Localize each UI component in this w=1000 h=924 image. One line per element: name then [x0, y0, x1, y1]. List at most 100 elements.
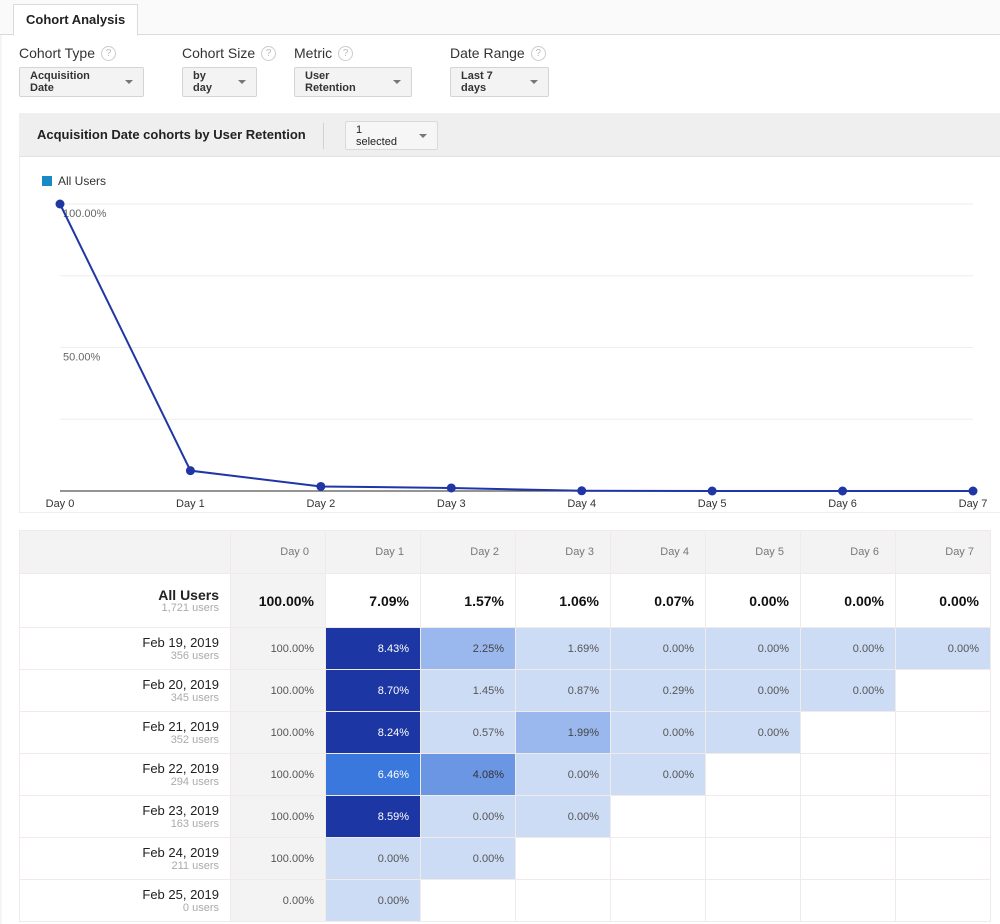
retention-cell: 4.08%	[420, 753, 516, 796]
cohort-type-dropdown[interactable]: Acquisition Date	[19, 67, 144, 97]
cohort-user-count: 294 users	[170, 775, 219, 788]
help-icon[interactable]: ?	[338, 45, 354, 61]
data-point[interactable]	[185, 466, 195, 476]
empty-cell	[515, 837, 611, 880]
retention-cell: 1.99%	[515, 711, 611, 754]
cohort-user-count: 345 users	[170, 691, 219, 704]
line-chart-svg: 100.00% 50.00% Day 0 Day 1 Day 2 Day 3 Day 4 Da…	[46, 199, 988, 510]
total-cell: 0.00%	[895, 573, 991, 628]
cohort-size-control: Cohort Size? by day	[182, 44, 277, 97]
date-range-control: Date Range? Last 7 days	[450, 44, 549, 97]
cohort-label: Feb 22, 2019	[142, 760, 219, 776]
retention-cell: 100.00%	[230, 753, 326, 796]
x-tick-label: Day 6	[828, 498, 857, 510]
cohort-type-label: Cohort Type	[19, 45, 96, 61]
total-cell: 0.07%	[610, 573, 706, 628]
row-header: Feb 24, 2019 211 users	[19, 837, 231, 880]
data-point[interactable]	[968, 486, 978, 496]
table-total-row: All Users 1,721 users 100.00% 7.09% 1.57% 1.0…	[19, 573, 991, 628]
retention-cell: 0.29%	[610, 669, 706, 712]
retention-cell: 1.45%	[420, 669, 516, 712]
help-icon[interactable]: ?	[261, 45, 277, 61]
retention-cell: 0.00%	[800, 669, 896, 712]
empty-cell	[895, 837, 991, 880]
row-header: Feb 23, 2019 163 users	[19, 795, 231, 838]
retention-cell: 0.57%	[420, 711, 516, 754]
retention-cell: 0.00%	[515, 795, 611, 838]
retention-cell: 0.00%	[705, 627, 801, 670]
data-point[interactable]	[707, 486, 717, 496]
data-point[interactable]	[577, 486, 587, 496]
cohort-selector-value: 1 selected	[356, 123, 397, 148]
total-cell: 7.09%	[325, 573, 421, 628]
table-header-row: Day 0 Day 1 Day 2 Day 3 Day 4 Day 5 Day 6 Day 7	[19, 530, 991, 574]
x-tick-label: Day 0	[46, 498, 75, 510]
retention-cell: 100.00%	[230, 669, 326, 712]
retention-cell: 100.00%	[230, 837, 326, 880]
retention-cell: 8.24%	[325, 711, 421, 754]
left-border	[0, 35, 2, 924]
table-header-corner	[19, 530, 231, 574]
retention-cell: 0.00%	[800, 627, 896, 670]
metric-label: Metric	[294, 45, 333, 61]
retention-cell: 0.00%	[610, 711, 706, 754]
cohort-size-label: Cohort Size	[182, 45, 256, 61]
retention-cell: 0.00%	[610, 753, 706, 796]
help-icon[interactable]: ?	[101, 45, 117, 61]
total-cell: 1.57%	[420, 573, 516, 628]
panel-title: Acquisition Date cohorts by User Retenti…	[37, 127, 306, 142]
metric-control: Metric? User Retention	[294, 44, 412, 97]
total-cell: 0.00%	[705, 573, 801, 628]
row-header: Feb 20, 2019 345 users	[19, 669, 231, 712]
table-row: Feb 22, 2019 294 users 100.00% 6.46% 4.08% 0.…	[19, 753, 991, 796]
column-header: Day 7	[895, 530, 991, 574]
cohort-label: All Users	[158, 586, 219, 603]
empty-cell	[895, 879, 991, 922]
column-header: Day 0	[230, 530, 326, 574]
caret-down-icon	[125, 80, 133, 84]
row-header: All Users 1,721 users	[19, 573, 231, 628]
empty-cell	[705, 795, 801, 838]
table-row: Feb 25, 2019 0 users 0.00% 0.00%	[19, 879, 991, 922]
data-point[interactable]	[316, 481, 326, 491]
metric-dropdown[interactable]: User Retention	[294, 67, 412, 97]
cohort-size-dropdown[interactable]: by day	[182, 67, 257, 97]
retention-cell: 8.59%	[325, 795, 421, 838]
data-point[interactable]	[838, 486, 848, 496]
retention-cell: 0.87%	[515, 669, 611, 712]
table-row: Feb 21, 2019 352 users 100.00% 8.24% 0.57% 1.…	[19, 711, 991, 754]
column-header: Day 5	[705, 530, 801, 574]
caret-down-icon	[419, 133, 427, 138]
x-tick-label: Day 4	[567, 498, 596, 510]
chart-panel-header: Acquisition Date cohorts by User Retenti…	[19, 113, 1000, 157]
empty-cell	[895, 795, 991, 838]
empty-cell	[895, 753, 991, 796]
column-header: Day 1	[325, 530, 421, 574]
retention-cell: 100.00%	[230, 627, 326, 670]
caret-down-icon	[238, 80, 246, 84]
caret-down-icon	[530, 80, 538, 84]
cohort-selector-dropdown[interactable]: 1 selected	[345, 121, 438, 150]
caret-down-icon	[393, 80, 401, 84]
empty-cell	[705, 753, 801, 796]
cohort-label: Feb 23, 2019	[142, 802, 219, 818]
cohort-user-count: 211 users	[171, 859, 220, 872]
help-icon[interactable]: ?	[530, 45, 546, 61]
x-tick-label: Day 1	[176, 498, 205, 510]
cohort-type-value: Acquisition Date	[30, 70, 90, 94]
empty-cell	[800, 753, 896, 796]
row-header: Feb 19, 2019 356 users	[19, 627, 231, 670]
cohort-table: Day 0 Day 1 Day 2 Day 3 Day 4 Day 5 Day 6 Day 7…	[19, 530, 991, 922]
cohort-label: Feb 25, 2019	[142, 886, 219, 902]
tab-cohort-analysis[interactable]: Cohort Analysis	[13, 4, 139, 36]
empty-cell	[800, 879, 896, 922]
row-header: Feb 21, 2019 352 users	[19, 711, 231, 754]
cohort-label: Feb 21, 2019	[142, 718, 219, 734]
tab-bar: Cohort Analysis	[0, 0, 1000, 36]
x-tick-label: Day 7	[959, 498, 988, 510]
retention-cell: 100.00%	[230, 795, 326, 838]
data-point[interactable]	[446, 483, 456, 493]
data-point[interactable]	[55, 199, 65, 209]
retention-cell: 100.00%	[230, 711, 326, 754]
date-range-dropdown[interactable]: Last 7 days	[450, 67, 549, 97]
